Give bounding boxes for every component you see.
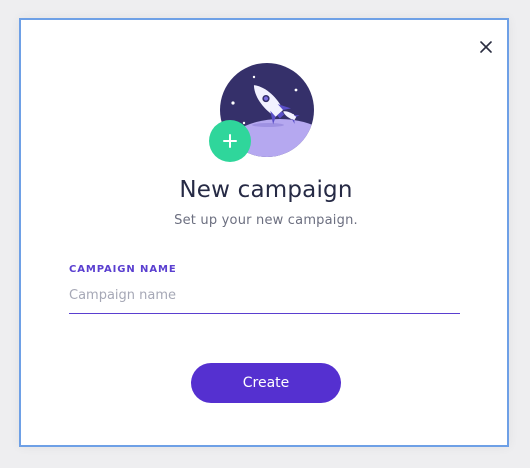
close-icon xyxy=(480,41,492,53)
modal-subtitle: Set up your new campaign. xyxy=(174,213,358,228)
create-button[interactable]: Create xyxy=(191,363,341,403)
close-button[interactable] xyxy=(478,39,494,55)
modal-title: New campaign xyxy=(179,177,353,203)
campaign-illustration xyxy=(208,63,318,163)
campaign-name-label: CAMPAIGN NAME xyxy=(69,264,177,275)
new-campaign-modal: New campaign Set up your new campaign. C… xyxy=(19,18,509,447)
campaign-name-input[interactable] xyxy=(69,284,460,314)
plus-icon xyxy=(209,120,251,162)
